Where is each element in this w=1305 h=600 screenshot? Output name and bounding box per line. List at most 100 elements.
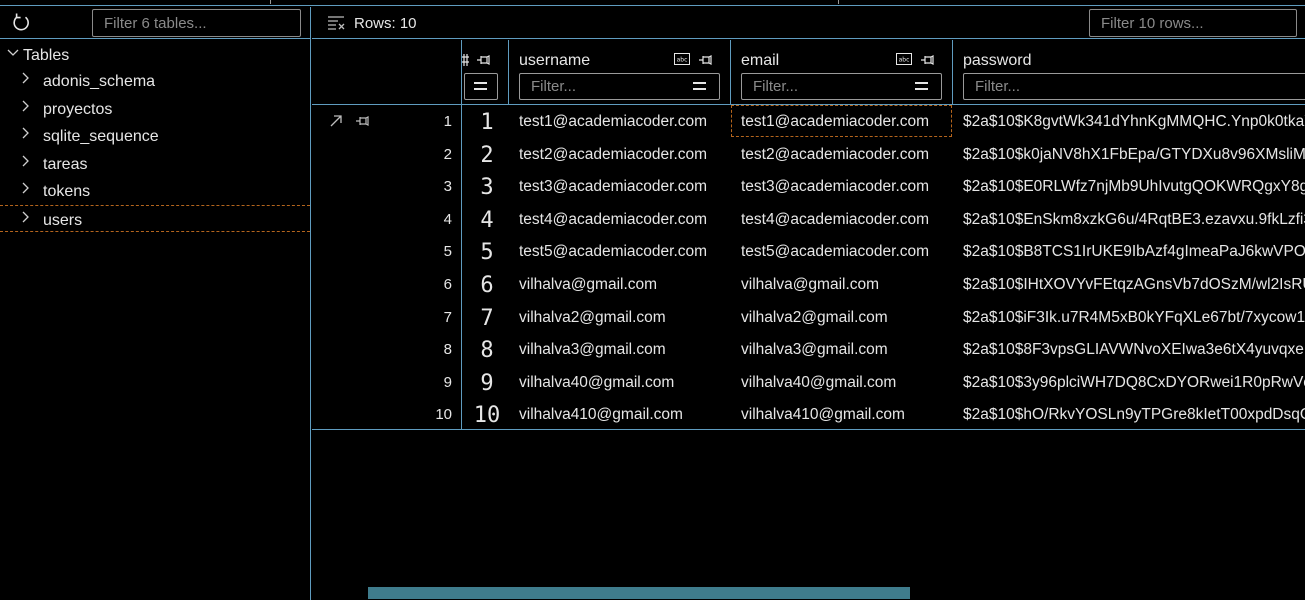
tree-item-label: users [43, 211, 83, 229]
table-row[interactable]: 9 9 vilhalva40@gmail.com vilhalva40@gmai… [312, 366, 1305, 399]
column-header-password[interactable]: password [963, 52, 1031, 70]
password-cell[interactable]: $2a$10$iF3Ik.u7R4M5xB0kYFqXLe67bt/7xycow… [963, 301, 1305, 333]
table-row[interactable]: 1 1 test1@academiacoder.com test1@academ… [312, 105, 1305, 138]
username-cell[interactable]: vilhalva40@gmail.com [519, 366, 733, 398]
chevron-right-icon[interactable] [20, 150, 32, 177]
email-filter-field[interactable] [741, 73, 942, 100]
email-cell[interactable]: vilhalva2@gmail.com [741, 301, 955, 333]
id-cell[interactable]: 10 [462, 398, 512, 430]
row-number: 1 [443, 113, 452, 130]
table-row[interactable]: 4 4 test4@academiacoder.com test4@academ… [312, 203, 1305, 236]
username-cell[interactable]: vilhalva2@gmail.com [519, 301, 733, 333]
tree-item-label: tokens [43, 183, 91, 200]
tree-root-tables[interactable]: Tables [0, 40, 310, 67]
username-cell[interactable]: test4@academiacoder.com [519, 203, 733, 235]
row-number: 7 [443, 308, 452, 326]
id-cell[interactable]: 6 [462, 268, 512, 300]
email-cell[interactable]: test3@academiacoder.com [741, 170, 955, 202]
row-number: 9 [443, 373, 452, 391]
password-cell[interactable]: $2a$10$8F3vpsGLIAVWNvoXEIwa3e6tX4yuvqxeI [963, 333, 1305, 365]
password-filter-input[interactable] [964, 74, 1305, 99]
column-header-username[interactable]: username [519, 52, 590, 70]
email-cell[interactable]: vilhalva3@gmail.com [741, 333, 955, 365]
equals-icon[interactable] [474, 81, 487, 92]
id-cell[interactable]: 9 [462, 366, 512, 398]
password-filter-field[interactable] [963, 73, 1305, 100]
username-cell[interactable]: test5@academiacoder.com [519, 235, 733, 267]
equals-icon[interactable] [915, 81, 928, 92]
tree-item-proyectos[interactable]: proyectos [0, 95, 310, 123]
id-filter-button[interactable] [464, 73, 498, 100]
table-tree: Tables adonis_schema proyectos sqlite_se… [0, 40, 310, 232]
email-cell[interactable]: test2@academiacoder.com [741, 138, 955, 170]
password-cell[interactable]: $2a$10$hO/RkvYOSLn9yTPGre8kIetT00xpdDsqO [963, 398, 1305, 430]
divider-mark [838, 0, 839, 4]
tree-item-users[interactable]: users [0, 204, 310, 233]
chevron-right-icon[interactable] [20, 122, 32, 149]
password-cell[interactable]: $2a$10$IHtXOVYvFEtqzAGnsVb7dOSzM/wl2IsRU [963, 268, 1305, 300]
password-cell[interactable]: $2a$10$K8gvtWk341dYhnKgMMQHC.Ynp0k0tkaY [963, 105, 1305, 137]
tree-root-label: Tables [23, 47, 70, 64]
id-cell[interactable]: 5 [462, 235, 512, 267]
tree-item-tareas[interactable]: tareas [0, 150, 310, 178]
pin-icon[interactable] [476, 53, 492, 67]
chevron-right-icon[interactable] [20, 95, 32, 122]
email-cell[interactable]: vilhalva40@gmail.com [741, 366, 955, 398]
row-filter-input[interactable] [1089, 9, 1297, 37]
table-row[interactable]: 3 3 test3@academiacoder.com test3@academ… [312, 170, 1305, 203]
chevron-right-icon[interactable] [20, 206, 32, 233]
username-cell[interactable]: vilhalva3@gmail.com [519, 333, 733, 365]
text-type-icon: abc [674, 53, 690, 65]
pin-icon[interactable] [698, 53, 714, 67]
table-row[interactable]: 8 8 vilhalva3@gmail.com vilhalva3@gmail.… [312, 333, 1305, 366]
id-cell[interactable]: 7 [462, 301, 512, 333]
refresh-icon[interactable] [10, 12, 32, 34]
row-number: 3 [443, 178, 452, 196]
table-view: Rows: 10 username abc [312, 7, 1305, 600]
email-cell[interactable]: test5@academiacoder.com [741, 235, 955, 267]
table-row[interactable]: 7 7 vilhalva2@gmail.com vilhalva2@gmail.… [312, 301, 1305, 334]
table-filter-input[interactable] [92, 9, 301, 37]
column-header-email[interactable]: email [741, 52, 779, 70]
pin-icon[interactable] [920, 53, 936, 67]
username-cell[interactable]: test3@academiacoder.com [519, 170, 733, 202]
table-row[interactable]: 6 6 vilhalva@gmail.com vilhalva@gmail.co… [312, 268, 1305, 301]
id-cell[interactable]: 1 [462, 105, 512, 137]
chevron-right-icon[interactable] [20, 177, 32, 204]
row-number: 5 [443, 243, 452, 261]
table-toolbar: Rows: 10 [312, 7, 1305, 39]
tree-item-label: tareas [43, 155, 88, 173]
password-cell[interactable]: $2a$10$B8TCS1IrUKE9IbAzf4gImeaPaJ6kwVPOV [963, 235, 1305, 267]
chevron-right-icon[interactable] [20, 67, 32, 94]
equals-icon[interactable] [693, 81, 706, 92]
tree-item-adonis-schema[interactable]: adonis_schema [0, 67, 310, 95]
id-cell[interactable]: 8 [462, 333, 512, 365]
chevron-down-icon[interactable] [6, 40, 20, 67]
email-cell[interactable]: vilhalva@gmail.com [741, 268, 955, 300]
username-cell[interactable]: vilhalva@gmail.com [519, 268, 733, 300]
rows-list-icon[interactable] [327, 15, 345, 30]
id-cell[interactable]: 2 [462, 138, 512, 170]
id-cell[interactable]: 3 [462, 170, 512, 202]
table-row[interactable]: 10 10 vilhalva410@gmail.com vilhalva410@… [312, 398, 1305, 431]
email-cell[interactable]: test1@academiacoder.com [741, 105, 955, 137]
svg-text:abc: abc [899, 57, 910, 64]
id-cell[interactable]: 4 [462, 203, 512, 235]
email-filter-input[interactable] [742, 74, 941, 99]
username-cell[interactable]: test1@academiacoder.com [519, 105, 733, 137]
password-cell[interactable]: $2a$10$EnSkm8xzkG6u/4RqtBE3.ezavxu.9fkLz… [963, 203, 1305, 235]
email-cell[interactable]: vilhalva410@gmail.com [741, 398, 955, 430]
username-cell[interactable]: vilhalva410@gmail.com [519, 398, 733, 430]
password-cell[interactable]: $2a$10$E0RLWfz7njMb9UhIvutgQOKWRQgxY8g [963, 170, 1305, 202]
horizontal-scrollbar-thumb[interactable] [368, 587, 910, 599]
table-row[interactable]: 2 2 test2@academiacoder.com test2@academ… [312, 138, 1305, 171]
email-cell[interactable]: test4@academiacoder.com [741, 203, 955, 235]
username-cell[interactable]: test2@academiacoder.com [519, 138, 733, 170]
password-cell[interactable]: $2a$10$k0jaNV8hX1FbEpa/GTYDXu8v96XMsliMx [963, 138, 1305, 170]
tree-item-tokens[interactable]: tokens [0, 177, 310, 205]
password-cell[interactable]: $2a$10$3y96plciWH7DQ8CxDYORwei1R0pRwVc [963, 366, 1305, 398]
tree-item-sqlite-sequence[interactable]: sqlite_sequence [0, 122, 310, 150]
username-filter-field[interactable] [519, 73, 720, 100]
table-row[interactable]: 5 5 test5@academiacoder.com test5@academ… [312, 235, 1305, 268]
username-filter-input[interactable] [520, 74, 719, 99]
